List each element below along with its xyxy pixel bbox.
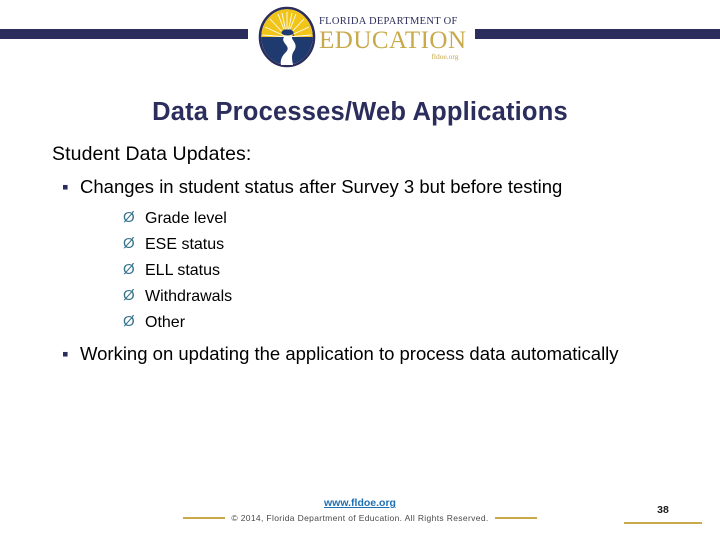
- page-number-rule: [624, 522, 702, 524]
- copyright-rule-left: [183, 517, 226, 519]
- arrow-bullet-icon: Ø: [123, 286, 135, 304]
- list-item: Ø Grade level: [123, 206, 625, 232]
- copyright-rule-right: [494, 517, 537, 519]
- slide-header: FLORIDA DEPARTMENT OF EDUCATION fldoe.or…: [0, 0, 720, 78]
- bullet-text: Changes in student status after Survey 3…: [80, 176, 563, 197]
- logo-education-text: EDUCATION: [319, 26, 467, 54]
- arrow-bullet-icon: Ø: [123, 312, 135, 330]
- florida-doe-logo: FLORIDA DEPARTMENT OF EDUCATION fldoe.or…: [258, 4, 474, 70]
- list-item: ▪ Working on updating the application to…: [52, 342, 625, 367]
- arrow-bullet-icon: Ø: [123, 260, 135, 278]
- list-item: Ø ELL status: [123, 258, 625, 284]
- slide-title: Data Processes/Web Applications: [152, 98, 568, 126]
- bullet-list: ▪ Changes in student status after Survey…: [52, 175, 672, 367]
- slide-body: Student Data Updates: ▪ Changes in stude…: [52, 143, 672, 369]
- sub-bullet-text: Withdrawals: [145, 287, 233, 305]
- bullet-marker-icon: ▪: [62, 176, 69, 197]
- sub-bullet-text: Grade level: [145, 209, 227, 227]
- logo-website-text: fldoe.org: [431, 52, 459, 62]
- arrow-bullet-icon: Ø: [123, 208, 135, 226]
- list-item: ▪ Changes in student status after Survey…: [52, 175, 625, 336]
- arrow-bullet-icon: Ø: [123, 234, 135, 252]
- fldoe-website-link[interactable]: www.fldoe.org: [0, 497, 720, 509]
- list-item: Ø ESE status: [123, 232, 625, 258]
- sub-bullet-list: Ø Grade level Ø ESE status Ø ELL status …: [80, 206, 625, 336]
- sub-bullet-text: ELL status: [145, 261, 221, 279]
- list-item: Ø Other: [123, 310, 625, 336]
- bullet-text: Working on updating the application to p…: [80, 342, 619, 364]
- copyright-row: © 2014, Florida Department of Education.…: [0, 513, 720, 523]
- list-item: Ø Withdrawals: [123, 284, 625, 310]
- florida-doe-seal-icon: [258, 6, 316, 68]
- header-rule-right: [475, 29, 720, 39]
- header-rule-left: [0, 29, 248, 39]
- bullet-marker-icon: ▪: [62, 342, 69, 364]
- page-number: 38: [657, 504, 669, 516]
- sub-bullet-text: Other: [145, 313, 186, 331]
- copyright-text: © 2014, Florida Department of Education.…: [231, 513, 489, 523]
- slide-footer: www.fldoe.org © 2014, Florida Department…: [0, 492, 720, 540]
- sub-bullet-text: ESE status: [145, 235, 225, 253]
- slide-lead-text: Student Data Updates:: [52, 143, 252, 165]
